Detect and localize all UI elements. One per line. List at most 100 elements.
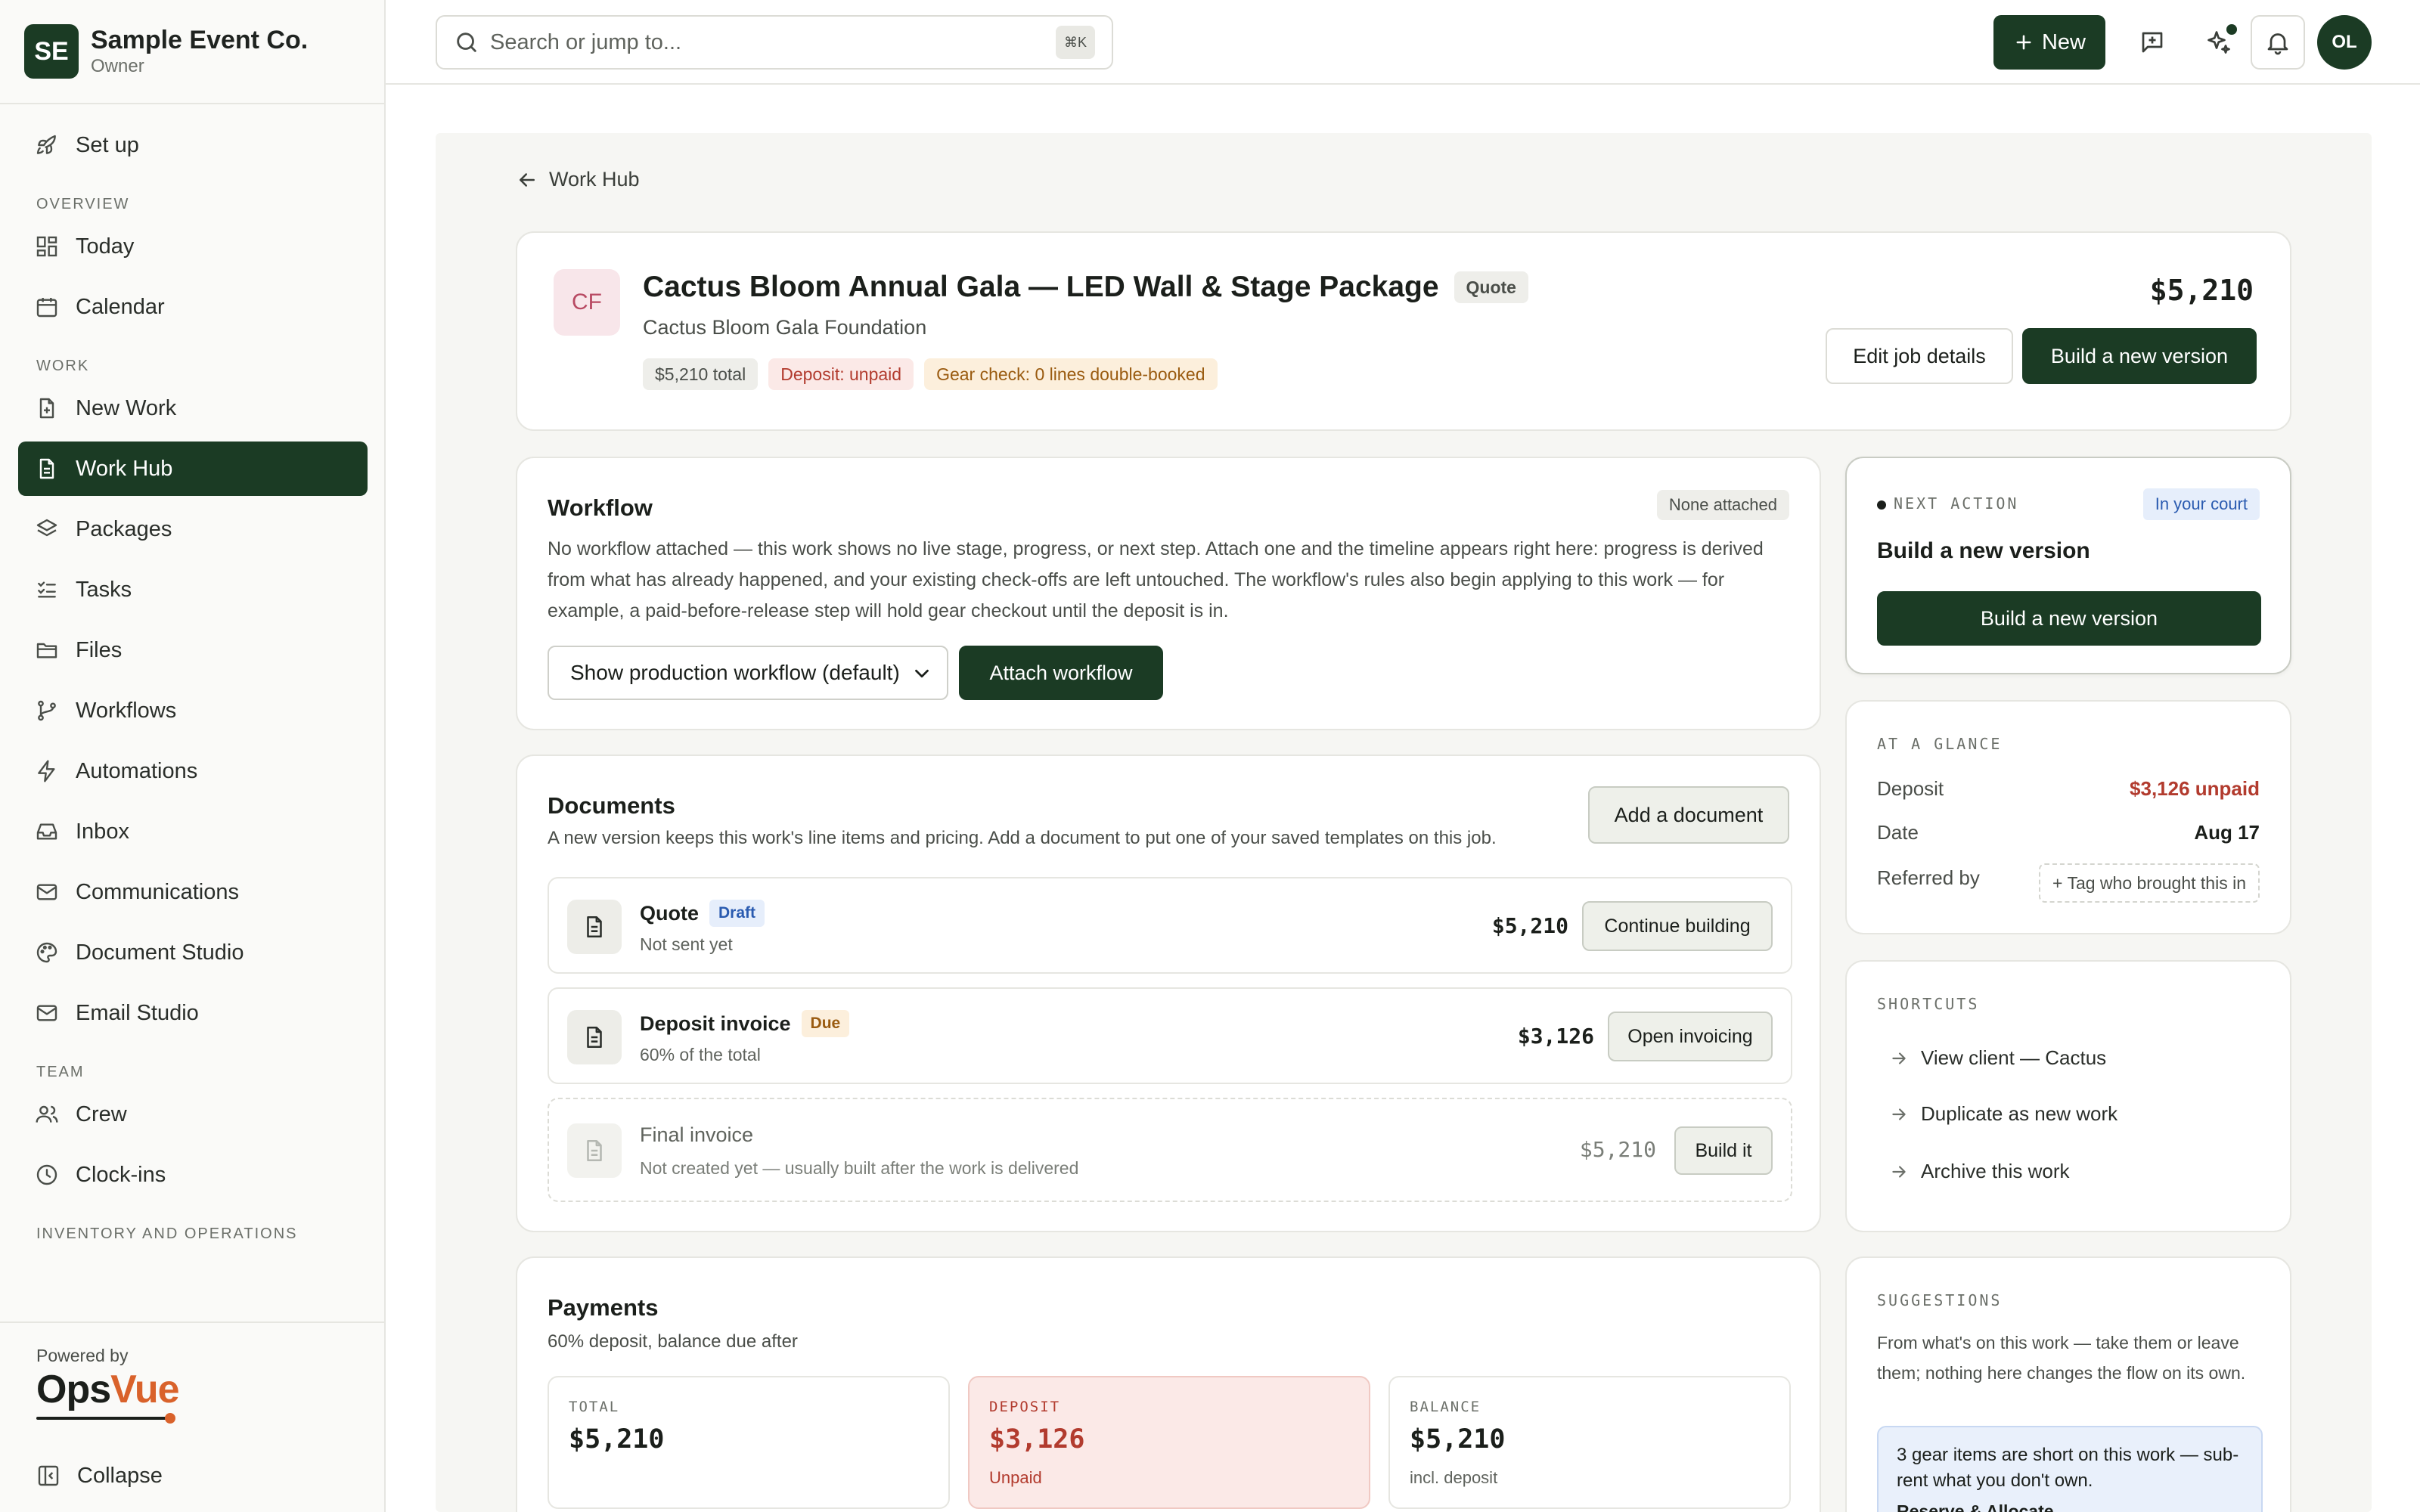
continue-building-button[interactable]: Continue building bbox=[1582, 901, 1773, 951]
payment-balance-box: BALANCE $5,210 incl. deposit bbox=[1388, 1376, 1791, 1509]
document-status: Not created yet — usually built after th… bbox=[640, 1158, 1079, 1178]
new-button-label: New bbox=[2041, 29, 2086, 54]
logo-dot bbox=[165, 1413, 175, 1424]
payment-label: DEPOSIT bbox=[989, 1399, 1061, 1415]
sidebar-item-label: Workflows bbox=[76, 698, 177, 723]
gear-check-pill: Gear check: 0 lines double-booked bbox=[924, 358, 1218, 390]
client-avatar: CF bbox=[554, 269, 620, 336]
search-icon bbox=[457, 33, 476, 52]
shortcut-archive[interactable]: Archive this work bbox=[1889, 1160, 2070, 1183]
glance-deposit-value: $3,126 unpaid bbox=[2130, 777, 2260, 800]
message-plus-icon bbox=[2142, 32, 2163, 53]
nav-section-inventory: INVENTORY AND OPERATIONS bbox=[36, 1225, 298, 1242]
new-button[interactable]: New bbox=[1993, 15, 2105, 70]
sidebar-item-communications[interactable]: Communications bbox=[18, 865, 368, 919]
search-input[interactable] bbox=[490, 29, 1035, 55]
build-new-version-button[interactable]: Build a new version bbox=[2022, 328, 2257, 384]
workflow-description: No workflow attached — this work shows n… bbox=[548, 538, 1764, 621]
build-final-invoice-button[interactable]: Build it bbox=[1674, 1126, 1773, 1175]
payment-label: TOTAL bbox=[569, 1399, 620, 1415]
sidebar-item-document-studio[interactable]: Document Studio bbox=[18, 925, 368, 980]
job-type-badge: Quote bbox=[1454, 271, 1528, 303]
glance-key: Date bbox=[1877, 821, 1919, 844]
collapse-sidebar-button[interactable]: Collapse bbox=[36, 1452, 163, 1500]
documents-description: A new version keeps this work's line ite… bbox=[548, 828, 1497, 848]
notifications-button[interactable] bbox=[2251, 15, 2305, 70]
payments-subtitle: 60% deposit, balance due after bbox=[548, 1331, 798, 1352]
sidebar-item-inbox[interactable]: Inbox bbox=[18, 804, 368, 859]
document-name: Deposit invoice Due bbox=[640, 1010, 850, 1037]
feedback-button[interactable] bbox=[2125, 15, 2180, 70]
payment-value: $5,210 bbox=[569, 1424, 665, 1455]
sidebar-item-crew[interactable]: Crew bbox=[18, 1087, 368, 1142]
sidebar-item-tasks[interactable]: Tasks bbox=[18, 562, 368, 617]
arrow-right-icon bbox=[1892, 1165, 1906, 1178]
search-box[interactable]: ⌘K bbox=[436, 15, 1113, 70]
layers-icon bbox=[36, 519, 57, 537]
add-document-button[interactable]: Add a document bbox=[1588, 786, 1789, 844]
edit-job-details-button[interactable]: Edit job details bbox=[1826, 328, 2013, 384]
sidebar-item-files[interactable]: Files bbox=[18, 623, 368, 677]
sidebar-item-label: Document Studio bbox=[76, 940, 244, 965]
sidebar-item-new-work[interactable]: New Work bbox=[18, 381, 368, 435]
document-amount: $3,126 bbox=[1517, 1024, 1594, 1049]
user-avatar[interactable]: OL bbox=[2317, 15, 2372, 70]
sidebar-item-email-studio[interactable]: Email Studio bbox=[18, 986, 368, 1040]
suggestions-card: SUGGESTIONS From what's on this work — t… bbox=[1845, 1256, 2291, 1512]
org-role: Owner bbox=[91, 56, 144, 76]
shortcut-view-client[interactable]: View client — Cactus bbox=[1889, 1046, 2106, 1070]
attach-workflow-button[interactable]: Attach workflow bbox=[959, 646, 1163, 700]
sidebar-item-calendar[interactable]: Calendar bbox=[18, 280, 368, 334]
workflow-select-value: Show production workflow (default) bbox=[570, 661, 900, 684]
at-a-glance-card: AT A GLANCE Deposit $3,126 unpaid Date A… bbox=[1845, 700, 2291, 934]
sidebar-item-label: New Work bbox=[76, 395, 177, 420]
documents-title: Documents bbox=[548, 792, 675, 819]
workflow-select[interactable]: Show production workflow (default) bbox=[548, 646, 948, 700]
payment-value: $5,210 bbox=[1410, 1424, 1506, 1455]
documents-card: Documents A new version keeps this work'… bbox=[516, 754, 1821, 1232]
mail-icon bbox=[36, 884, 57, 900]
sidebar-item-clock-ins[interactable]: Clock-ins bbox=[18, 1148, 368, 1202]
glance-key: Deposit bbox=[1877, 777, 1944, 800]
org-name: Sample Event Co. bbox=[91, 26, 309, 54]
sidebar-item-today[interactable]: Today bbox=[18, 219, 368, 274]
payment-status: Unpaid bbox=[989, 1468, 1042, 1487]
open-invoicing-button[interactable]: Open invoicing bbox=[1608, 1012, 1773, 1061]
opsvue-logo: OpsVue bbox=[36, 1368, 180, 1411]
sidebar-item-label: Communications bbox=[76, 879, 239, 904]
draft-badge: Draft bbox=[709, 900, 765, 927]
next-action-build-button[interactable]: Build a new version bbox=[1877, 591, 2261, 646]
tag-referrer-button[interactable]: + Tag who brought this in bbox=[2039, 863, 2260, 903]
sidebar-item-automations[interactable]: Automations bbox=[18, 744, 368, 798]
shortcut-label: Duplicate as new work bbox=[1921, 1102, 2118, 1125]
sidebar-item-packages[interactable]: Packages bbox=[18, 502, 368, 556]
sidebar-item-label: Email Studio bbox=[76, 1000, 199, 1025]
sidebar-item-label: Packages bbox=[76, 516, 172, 541]
payments-title: Payments bbox=[548, 1294, 659, 1321]
users-icon bbox=[36, 1105, 58, 1123]
ai-assistant-button[interactable] bbox=[2192, 15, 2246, 70]
deposit-status-pill: Deposit: unpaid bbox=[768, 358, 914, 390]
plus-icon bbox=[2016, 35, 2031, 50]
clock-icon bbox=[36, 1164, 57, 1185]
shortcut-label: View client — Cactus bbox=[1921, 1046, 2107, 1069]
sidebar-item-work-hub[interactable]: Work Hub bbox=[18, 442, 368, 496]
in-your-court-badge: In your court bbox=[2142, 488, 2260, 520]
sidebar-item-label: Automations bbox=[76, 758, 198, 783]
shortcut-duplicate[interactable]: Duplicate as new work bbox=[1889, 1102, 2118, 1126]
document-status: 60% of the total bbox=[640, 1045, 761, 1064]
sidebar-item-label: Tasks bbox=[76, 577, 132, 602]
document-icon bbox=[39, 458, 54, 479]
sidebar-item-label: Calendar bbox=[76, 294, 165, 319]
sidebar-item-setup[interactable]: Set up bbox=[18, 118, 368, 172]
reserve-allocate-link[interactable]: Reserve & Allocate → bbox=[1897, 1501, 2076, 1512]
payment-note: incl. deposit bbox=[1410, 1468, 1498, 1487]
breadcrumb-back-link[interactable]: Work Hub bbox=[516, 168, 640, 191]
collapse-label: Collapse bbox=[77, 1463, 163, 1488]
org-switcher[interactable]: SE Sample Event Co. Owner bbox=[24, 23, 308, 80]
job-amount: $5,210 bbox=[2149, 274, 2254, 307]
rocket-icon bbox=[36, 135, 56, 154]
payment-total-box: TOTAL $5,210 bbox=[548, 1376, 950, 1509]
document-icon bbox=[567, 1010, 622, 1064]
sidebar-item-workflows[interactable]: Workflows bbox=[18, 683, 368, 738]
